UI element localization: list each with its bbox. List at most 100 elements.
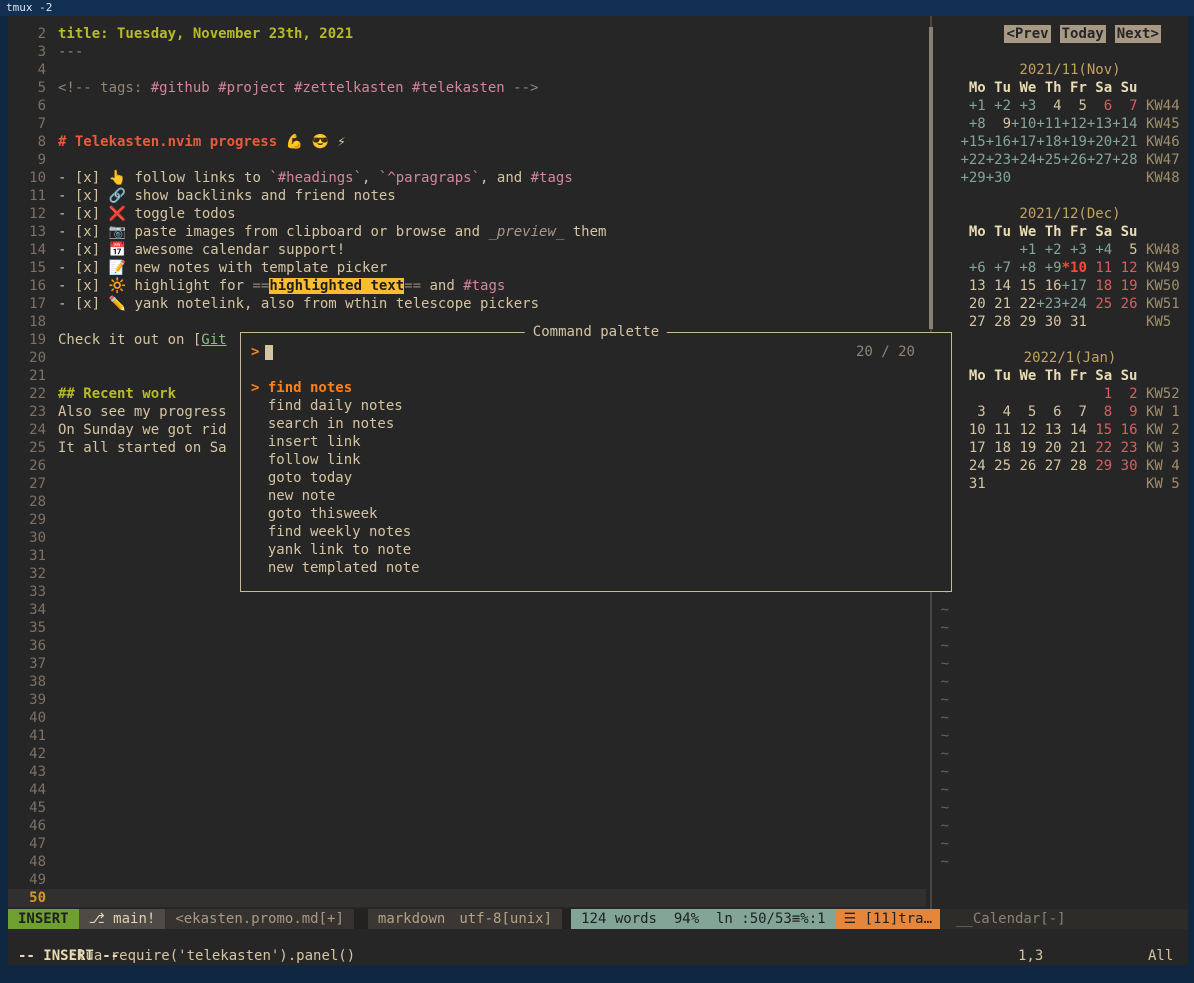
calendar-day[interactable]: +1 bbox=[1011, 242, 1036, 258]
editor-line[interactable]: 41 bbox=[8, 727, 926, 745]
calendar-day[interactable]: 13 bbox=[960, 278, 985, 294]
calendar-day[interactable]: 5 bbox=[1112, 242, 1137, 258]
calendar-day[interactable]: +2 bbox=[1036, 242, 1061, 258]
calendar-day[interactable]: 11 bbox=[986, 422, 1011, 438]
calendar-day[interactable]: +24 bbox=[1062, 296, 1087, 312]
palette-item[interactable]: follow link bbox=[241, 451, 951, 469]
calendar-day[interactable]: 22 bbox=[1087, 440, 1112, 456]
palette-item[interactable]: find weekly notes bbox=[241, 523, 951, 541]
calendar-day[interactable]: +10 bbox=[1011, 116, 1036, 132]
calendar-day[interactable]: 25 bbox=[986, 458, 1011, 474]
calendar-day[interactable]: 18 bbox=[1087, 278, 1112, 294]
editor-line[interactable]: 6 bbox=[8, 97, 926, 115]
editor-line[interactable]: 35 bbox=[8, 619, 926, 637]
calendar-day[interactable]: +16 bbox=[986, 134, 1011, 150]
calendar-day[interactable]: 21 bbox=[986, 296, 1011, 312]
calendar-day[interactable]: 29 bbox=[1011, 314, 1036, 330]
calendar-day[interactable]: +8 bbox=[960, 116, 985, 132]
calendar-day[interactable]: 31 bbox=[1062, 314, 1087, 330]
calendar-today-button[interactable]: Today bbox=[1060, 25, 1106, 43]
calendar-day[interactable]: +6 bbox=[960, 260, 985, 276]
palette-item[interactable]: new note bbox=[241, 487, 951, 505]
calendar-day[interactable]: *10 bbox=[1062, 260, 1087, 276]
calendar-day[interactable]: 17 bbox=[960, 440, 985, 456]
editor-line[interactable]: 49 bbox=[8, 871, 926, 889]
editor-line[interactable]: 39 bbox=[8, 691, 926, 709]
calendar-day[interactable]: 10 bbox=[960, 422, 985, 438]
calendar-day[interactable]: 30 bbox=[1112, 458, 1137, 474]
calendar-day[interactable]: 12 bbox=[1011, 422, 1036, 438]
palette-item[interactable]: goto today bbox=[241, 469, 951, 487]
calendar-day[interactable]: 24 bbox=[960, 458, 985, 474]
calendar-day[interactable]: 6 bbox=[1036, 404, 1061, 420]
calendar-next-button[interactable]: Next> bbox=[1115, 25, 1161, 43]
editor-line[interactable]: 11- [x] 🔗 show backlinks and friend note… bbox=[8, 187, 926, 205]
editor-line[interactable]: 37 bbox=[8, 655, 926, 673]
calendar-day[interactable]: +4 bbox=[1087, 242, 1112, 258]
calendar-day[interactable]: 20 bbox=[960, 296, 985, 312]
calendar-day[interactable]: +30 bbox=[986, 170, 1011, 186]
calendar-day[interactable]: 18 bbox=[986, 440, 1011, 456]
calendar-day[interactable]: +29 bbox=[960, 170, 985, 186]
calendar-day[interactable]: 5 bbox=[1011, 404, 1036, 420]
calendar-day[interactable]: 4 bbox=[986, 404, 1011, 420]
calendar-day[interactable]: +18 bbox=[1036, 134, 1061, 150]
calendar-day[interactable]: 20 bbox=[1036, 440, 1061, 456]
editor-line[interactable]: 7 bbox=[8, 115, 926, 133]
editor-line[interactable]: 38 bbox=[8, 673, 926, 691]
palette-item[interactable]: find daily notes bbox=[241, 397, 951, 415]
calendar-day[interactable]: +13 bbox=[1087, 116, 1112, 132]
calendar-day[interactable]: 14 bbox=[986, 278, 1011, 294]
calendar-day[interactable]: +17 bbox=[1011, 134, 1036, 150]
calendar-day[interactable]: 14 bbox=[1062, 422, 1087, 438]
calendar-day[interactable]: +15 bbox=[960, 134, 985, 150]
editor-line[interactable]: 13- [x] 📷 paste images from clipboard or… bbox=[8, 223, 926, 241]
palette-item[interactable]: goto thisweek bbox=[241, 505, 951, 523]
editor-line[interactable]: 50 bbox=[8, 889, 926, 907]
calendar-day[interactable]: +20 bbox=[1087, 134, 1112, 150]
calendar-day[interactable]: 15 bbox=[1087, 422, 1112, 438]
calendar-day[interactable]: 6 bbox=[1087, 98, 1112, 114]
editor-line[interactable]: 34 bbox=[8, 601, 926, 619]
editor-line[interactable]: 46 bbox=[8, 817, 926, 835]
editor-line[interactable]: 47 bbox=[8, 835, 926, 853]
editor-scrollbar-thumb[interactable] bbox=[929, 27, 933, 329]
calendar-day[interactable]: +8 bbox=[1011, 260, 1036, 276]
editor-line[interactable]: 45 bbox=[8, 799, 926, 817]
calendar-day[interactable]: 7 bbox=[1112, 98, 1137, 114]
calendar-day[interactable]: +21 bbox=[1112, 134, 1137, 150]
calendar-day[interactable]: 16 bbox=[1112, 422, 1137, 438]
editor-line[interactable]: 16- [x] 🔆 highlight for ==highlighted te… bbox=[8, 277, 926, 295]
calendar-day[interactable]: 25 bbox=[1087, 296, 1112, 312]
calendar-day[interactable]: +7 bbox=[986, 260, 1011, 276]
calendar-day[interactable]: 22 bbox=[1011, 296, 1036, 312]
editor-line[interactable]: 15- [x] 📝 new notes with template picker bbox=[8, 259, 926, 277]
editor-line[interactable]: 3--- bbox=[8, 43, 926, 61]
calendar-day[interactable]: 5 bbox=[1062, 98, 1087, 114]
calendar-day[interactable]: 8 bbox=[1087, 404, 1112, 420]
calendar-day[interactable]: 13 bbox=[1036, 422, 1061, 438]
calendar-day[interactable]: 1 bbox=[1087, 386, 1112, 402]
editor-line[interactable]: 8# Telekasten.nvim progress 💪 😎 ⚡ bbox=[8, 133, 926, 151]
calendar-day[interactable]: +2 bbox=[986, 98, 1011, 114]
calendar-day[interactable]: +12 bbox=[1062, 116, 1087, 132]
editor-line[interactable]: 43 bbox=[8, 763, 926, 781]
command-line[interactable]: :lua require('telekasten').panel() bbox=[8, 929, 1188, 947]
calendar-day[interactable]: +23 bbox=[986, 152, 1011, 168]
calendar-day[interactable]: +23 bbox=[1036, 296, 1061, 312]
calendar-day[interactable]: 31 bbox=[960, 476, 985, 492]
calendar-day[interactable]: 15 bbox=[1011, 278, 1036, 294]
calendar-day[interactable]: +14 bbox=[1112, 116, 1137, 132]
editor-line[interactable]: 44 bbox=[8, 781, 926, 799]
calendar-day[interactable]: 19 bbox=[1112, 278, 1137, 294]
palette-item[interactable]: search in notes bbox=[241, 415, 951, 433]
editor-line[interactable]: 42 bbox=[8, 745, 926, 763]
calendar-day[interactable]: +26 bbox=[1062, 152, 1087, 168]
calendar-day[interactable]: +19 bbox=[1062, 134, 1087, 150]
calendar-day[interactable]: 29 bbox=[1087, 458, 1112, 474]
calendar-day[interactable]: +28 bbox=[1112, 152, 1137, 168]
calendar-day[interactable]: +9 bbox=[1036, 260, 1061, 276]
calendar-day[interactable]: 9 bbox=[1112, 404, 1137, 420]
editor-line[interactable]: 4 bbox=[8, 61, 926, 79]
calendar-day[interactable]: +25 bbox=[1036, 152, 1061, 168]
